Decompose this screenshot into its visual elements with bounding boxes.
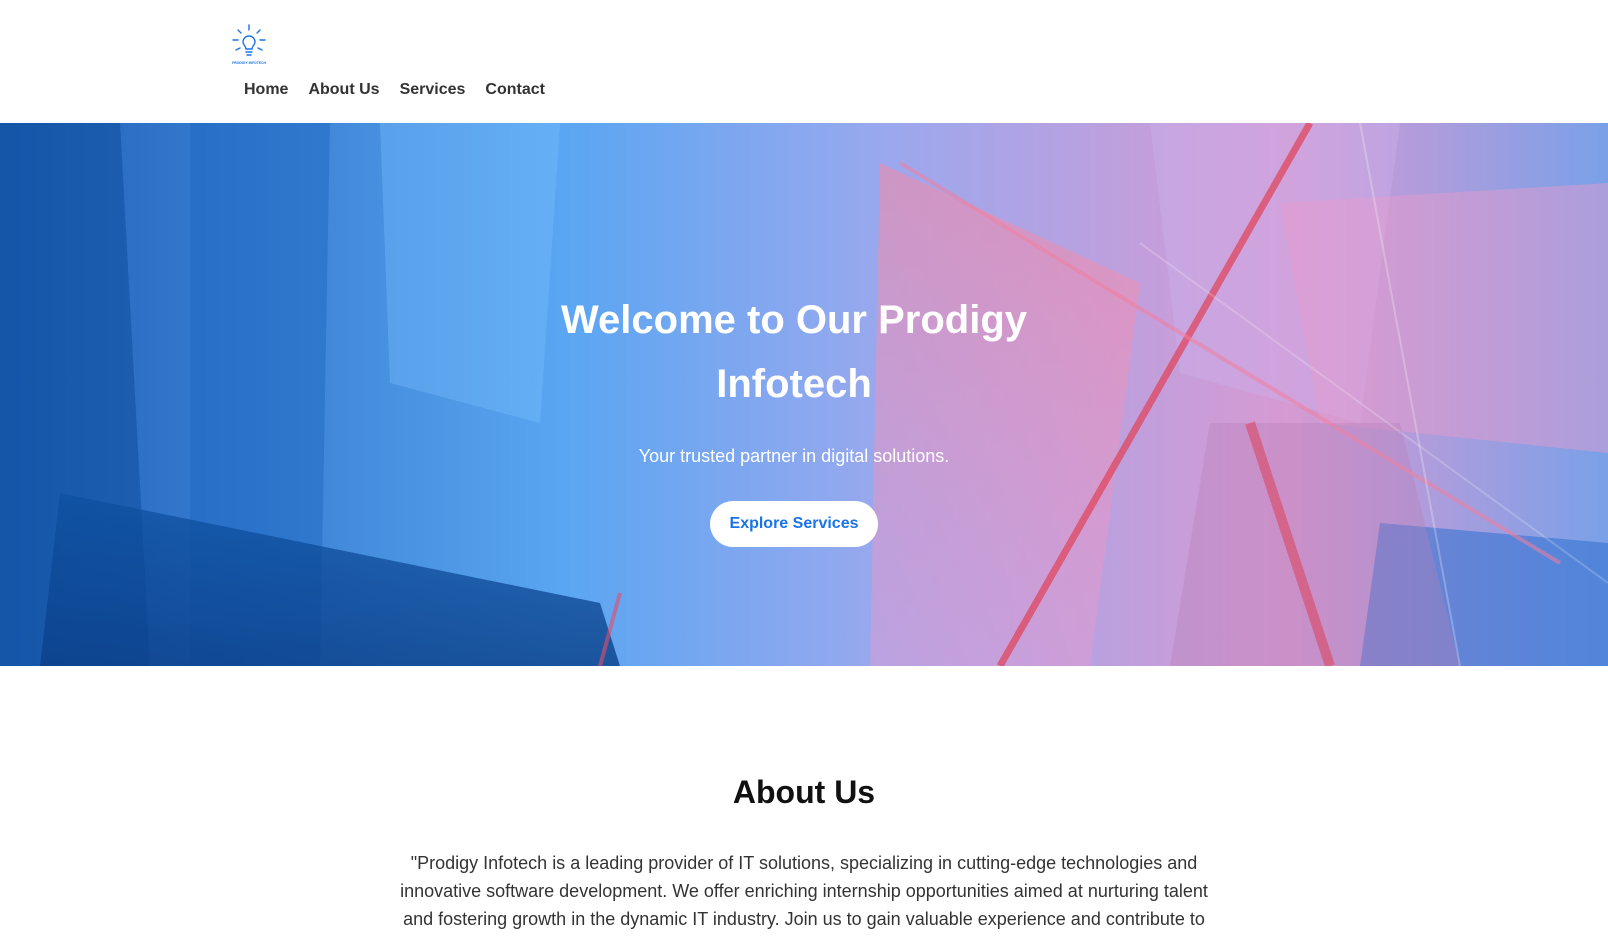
hero-section: Welcome to Our Prodigy Infotech Your tru… bbox=[0, 123, 1608, 666]
about-text: "Prodigy Infotech is a leading provider … bbox=[400, 853, 1208, 929]
logo-text: PRODIGY INFOTECH bbox=[232, 61, 266, 65]
site-header: PRODIGY INFOTECH Home About Us Services … bbox=[0, 0, 1608, 123]
about-section: About Us "Prodigy Infotech is a leading … bbox=[0, 666, 1608, 938]
lightbulb-icon: PRODIGY INFOTECH bbox=[232, 24, 266, 65]
main-nav: Home About Us Services Contact bbox=[244, 80, 545, 100]
nav-item-contact[interactable]: Contact bbox=[485, 80, 545, 100]
nav-item-services[interactable]: Services bbox=[400, 80, 466, 100]
nav-item-home[interactable]: Home bbox=[244, 80, 288, 100]
explore-services-button[interactable]: Explore Services bbox=[710, 501, 878, 547]
logo[interactable]: PRODIGY INFOTECH bbox=[230, 22, 268, 66]
hero-subtitle: Your trusted partner in digital solution… bbox=[638, 446, 950, 466]
about-title: About Us bbox=[732, 774, 876, 810]
hero-title: Welcome to Our Prodigy Infotech bbox=[561, 298, 1027, 406]
hero-content: Welcome to Our Prodigy Infotech Your tru… bbox=[0, 123, 1608, 666]
nav-item-about-us[interactable]: About Us bbox=[308, 80, 379, 100]
